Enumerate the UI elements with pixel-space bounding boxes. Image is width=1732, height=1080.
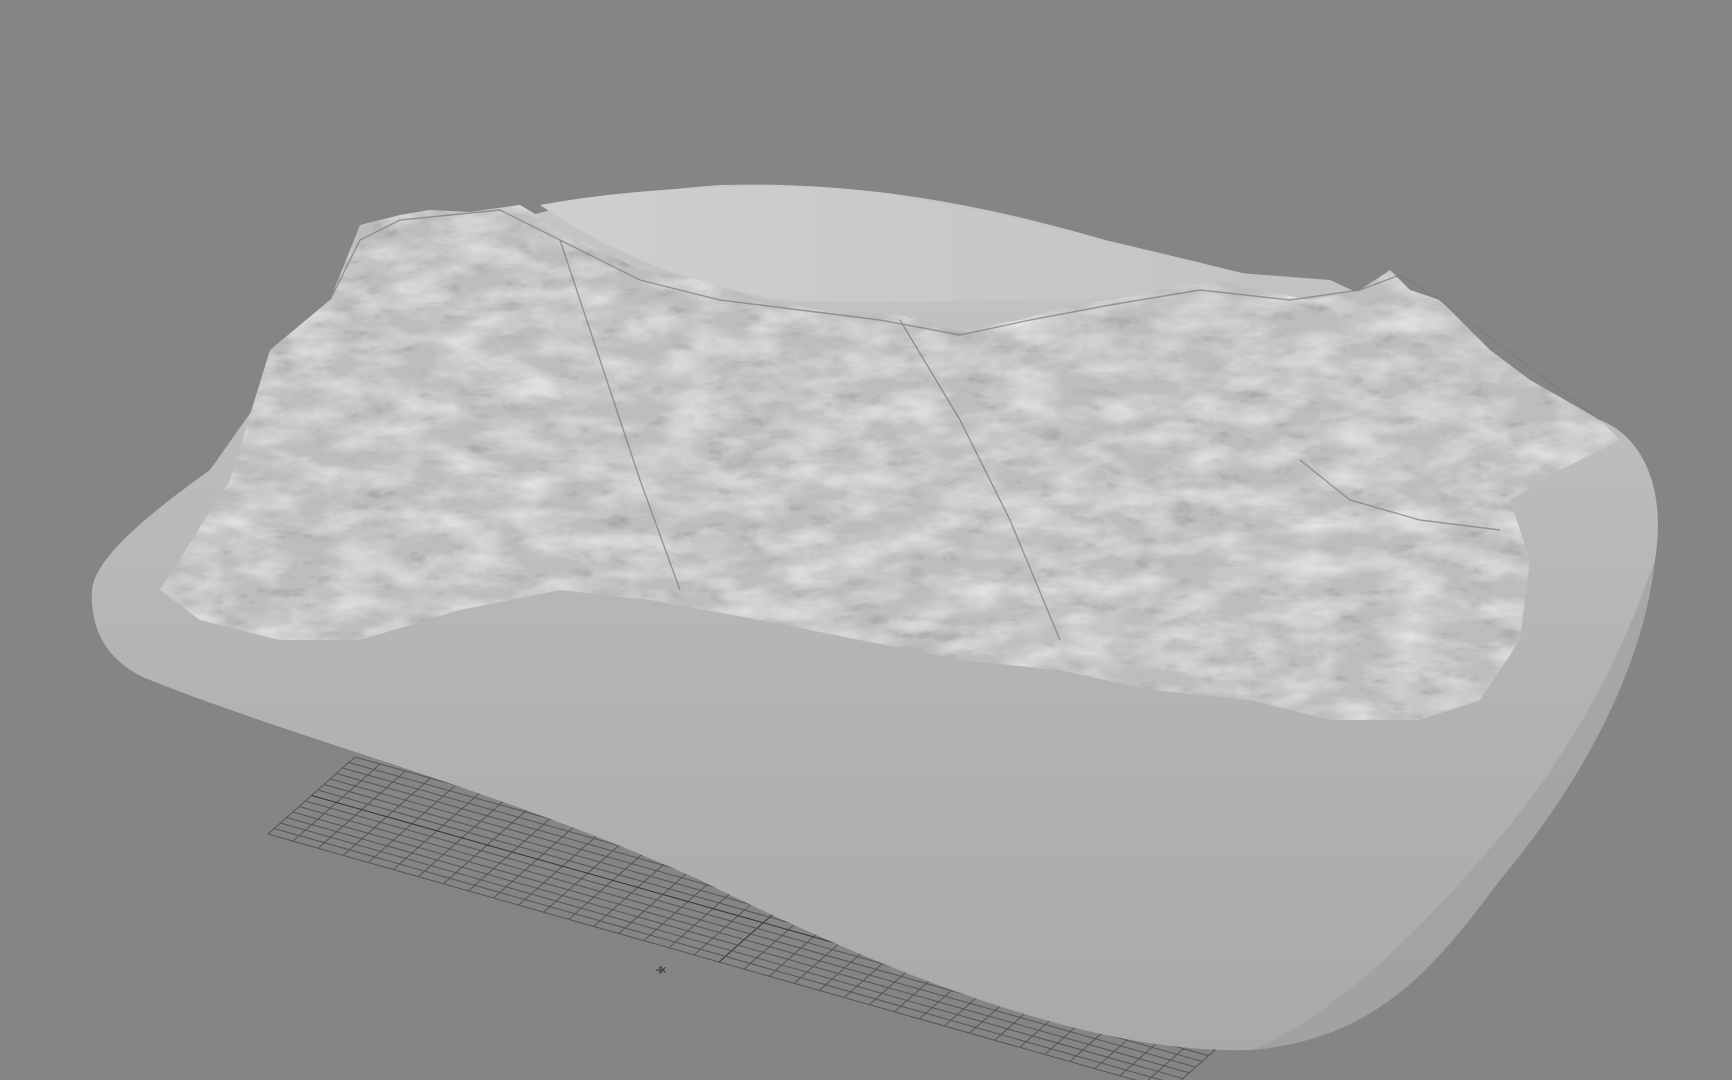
viewport-canvas[interactable]	[0, 0, 1732, 1080]
axis-x-label: x	[660, 963, 667, 976]
3d-viewport[interactable]: x	[0, 0, 1732, 1080]
